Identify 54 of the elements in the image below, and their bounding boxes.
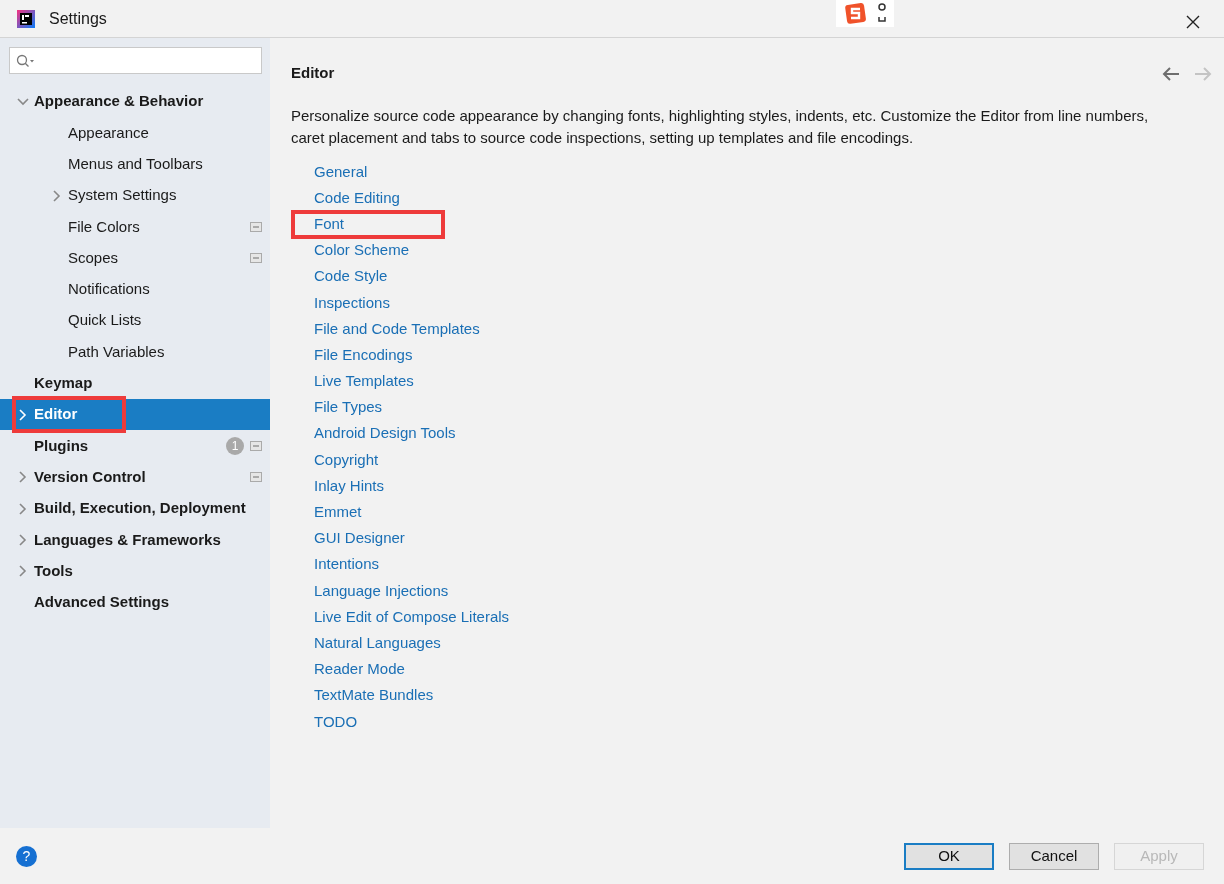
search-icon bbox=[16, 53, 36, 68]
tree-item[interactable]: Keymap bbox=[0, 367, 270, 399]
dialog-button[interactable]: OK bbox=[904, 842, 994, 870]
tree-item[interactable]: Quick Lists bbox=[0, 305, 270, 337]
settings-link[interactable]: Natural Languages bbox=[314, 632, 441, 653]
page-title: Editor bbox=[291, 63, 335, 83]
settings-link[interactable]: Live Edit of Compose Literals bbox=[314, 606, 510, 627]
project-level-icon bbox=[250, 221, 262, 232]
tree-item[interactable]: File Colors bbox=[0, 211, 270, 243]
settings-link[interactable]: Language Injections bbox=[314, 580, 449, 601]
settings-link[interactable]: Color Scheme bbox=[314, 240, 410, 261]
settings-link[interactable]: Code Editing bbox=[314, 187, 400, 208]
settings-link[interactable]: Intentions bbox=[314, 554, 380, 575]
settings-link[interactable]: Font bbox=[314, 213, 344, 234]
tree-item[interactable]: Notifications bbox=[0, 273, 270, 306]
dialog-button[interactable]: Cancel bbox=[1009, 842, 1099, 870]
search-field[interactable] bbox=[9, 47, 262, 74]
project-level-icon bbox=[250, 472, 262, 483]
settings-link[interactable]: Code Style bbox=[314, 266, 388, 287]
description-text: Personalize source code appearance by changing fonts, highlighting styles, indents, etc. Customize the Editor from line numbers, caret placement and tabs to source code inspections, setting up templates and file encodings. bbox=[291, 105, 1150, 148]
tree-item[interactable]: System Settings bbox=[0, 179, 270, 212]
tree-item[interactable]: Path Variables bbox=[0, 336, 270, 368]
tree-item[interactable]: Tools bbox=[0, 555, 270, 587]
tree-item[interactable]: Plugins 1 bbox=[0, 430, 270, 462]
settings-link[interactable]: Copyright bbox=[314, 449, 379, 470]
settings-link[interactable]: Android Design Tools bbox=[314, 423, 456, 444]
settings-link[interactable]: File Types bbox=[314, 397, 383, 418]
settings-link[interactable]: Reader Mode bbox=[314, 659, 405, 680]
tree-item[interactable]: Build, Execution, Deployment bbox=[0, 492, 270, 525]
project-level-icon bbox=[250, 253, 262, 264]
settings-link[interactable]: GUI Designer bbox=[314, 528, 405, 549]
settings-link[interactable]: General bbox=[314, 161, 368, 182]
settings-link[interactable]: TODO bbox=[314, 711, 358, 732]
tree-item[interactable]: Appearance & Behavior bbox=[0, 86, 270, 118]
tree-item[interactable]: Scopes bbox=[0, 242, 270, 274]
tree-item[interactable]: Version Control bbox=[0, 461, 270, 493]
settings-link[interactable]: Emmet bbox=[314, 502, 362, 523]
project-level-icon bbox=[250, 440, 262, 451]
settings-link[interactable]: Live Templates bbox=[314, 371, 414, 392]
help-button[interactable]: ? bbox=[16, 845, 37, 867]
tree-item[interactable]: Advanced Settings bbox=[0, 586, 270, 619]
app-logo-icon bbox=[17, 9, 35, 28]
window-title: Settings bbox=[49, 8, 107, 29]
tree-item[interactable]: Appearance bbox=[0, 117, 270, 149]
settings-link[interactable]: Inspections bbox=[314, 292, 390, 313]
tree-item[interactable]: Editor bbox=[0, 398, 270, 431]
tree-item[interactable]: Menus and Toolbars bbox=[0, 148, 270, 180]
settings-link[interactable]: File Encodings bbox=[314, 344, 413, 365]
settings-link[interactable]: Inlay Hints bbox=[314, 475, 385, 496]
settings-link[interactable]: File and Code Templates bbox=[314, 318, 480, 339]
settings-link[interactable]: TextMate Bundles bbox=[314, 685, 434, 706]
tree-item[interactable]: Languages & Frameworks bbox=[0, 524, 270, 556]
input-method-toolbar-icon bbox=[836, 0, 894, 27]
update-count-badge: 1 bbox=[226, 436, 244, 455]
